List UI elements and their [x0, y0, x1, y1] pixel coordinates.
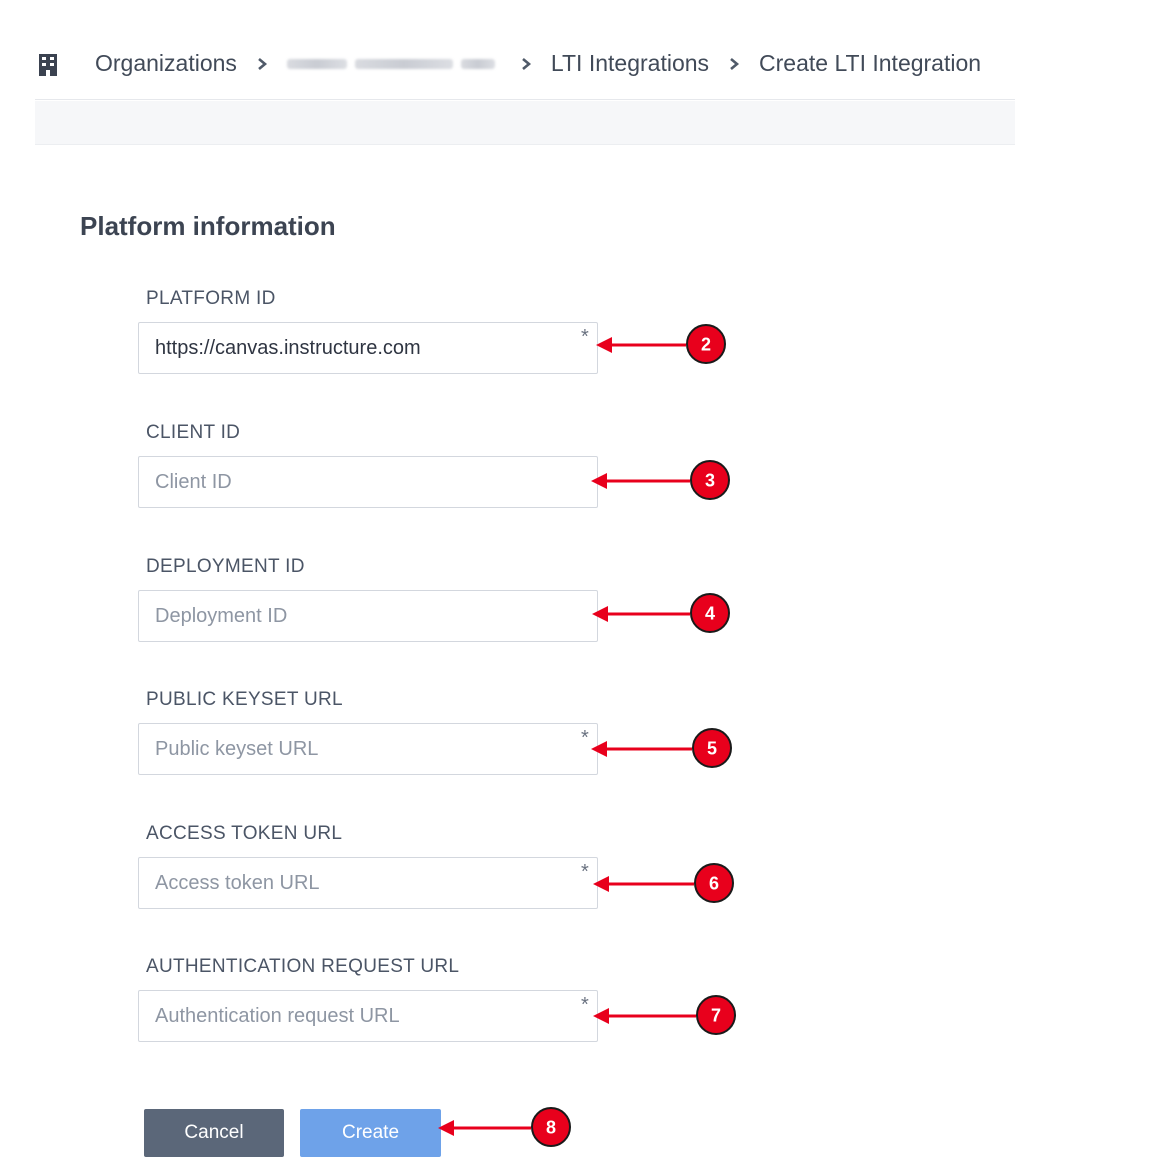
access-token-url-input[interactable] [138, 857, 598, 909]
access-token-url-label: ACCESS TOKEN URL [146, 823, 343, 844]
required-asterisk: * [581, 727, 589, 749]
deployment-id-input[interactable] [138, 590, 598, 642]
required-asterisk: * [581, 861, 589, 883]
step-number: 2 [701, 335, 711, 355]
annotation-step: 2 [596, 324, 726, 364]
annotation-step: 6 [593, 863, 734, 903]
platform-id-input[interactable] [138, 322, 598, 374]
step-number: 6 [709, 874, 719, 894]
annotation-step: 4 [592, 593, 730, 633]
breadcrumb-organizations[interactable]: Organizations [95, 50, 237, 77]
breadcrumb-current-page: Create LTI Integration [759, 50, 982, 76]
cancel-button[interactable]: Cancel [144, 1109, 284, 1157]
breadcrumb-lti-integrations[interactable]: LTI Integrations [551, 50, 709, 77]
step-number: 5 [707, 739, 717, 759]
chevron-right-icon [255, 57, 269, 71]
breadcrumb: Organizations LTI Integrations Create LT… [35, 40, 1015, 100]
chevron-right-icon [519, 57, 533, 71]
toolbar-band [35, 101, 1015, 145]
annotation-step: 8 [438, 1107, 571, 1147]
authentication-request-url-input[interactable] [138, 990, 598, 1042]
required-asterisk: * [581, 994, 589, 1016]
section-title: Platform information [80, 211, 336, 241]
annotation-step: 7 [593, 995, 736, 1035]
platform-id-label: PLATFORM ID [146, 288, 276, 309]
step-number: 3 [705, 471, 715, 491]
chevron-right-icon [727, 57, 741, 71]
public-keyset-url-input[interactable] [138, 723, 598, 775]
step-number: 4 [705, 604, 715, 624]
building-icon [37, 52, 59, 76]
annotation-step: 5 [591, 728, 732, 768]
create-button[interactable]: Create [300, 1109, 441, 1157]
authentication-request-url-label: AUTHENTICATION REQUEST URL [146, 956, 460, 977]
annotation-step: 3 [591, 460, 730, 500]
public-keyset-url-label: PUBLIC KEYSET URL [146, 689, 343, 710]
step-number: 8 [546, 1118, 556, 1138]
required-asterisk: * [581, 326, 589, 348]
client-id-input[interactable] [138, 456, 598, 508]
breadcrumb-organization-name-redacted[interactable] [286, 53, 501, 75]
deployment-id-label: DEPLOYMENT ID [146, 556, 305, 577]
client-id-label: CLIENT ID [146, 422, 241, 443]
step-number: 7 [711, 1006, 721, 1026]
